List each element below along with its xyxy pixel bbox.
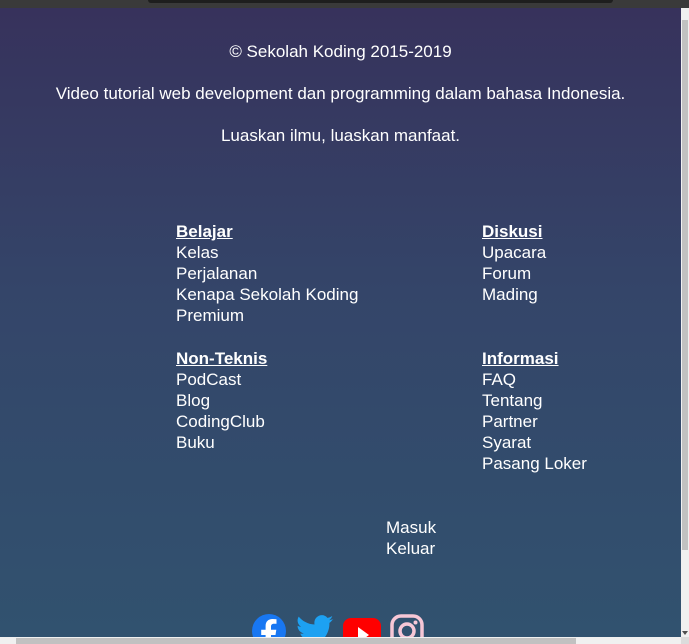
link-upacara[interactable]: Upacara: [482, 242, 546, 263]
link-partner[interactable]: Partner: [482, 411, 587, 432]
motto-text: Luaskan ilmu, luaskan manfaat.: [220, 126, 461, 145]
link-perjalanan[interactable]: Perjalanan: [176, 263, 358, 284]
login-link[interactable]: Masuk: [386, 517, 436, 538]
top-scroll-thumb[interactable]: [148, 0, 613, 3]
link-kenapa-sekolah-koding[interactable]: Kenapa Sekolah Koding: [176, 284, 358, 305]
nonteknis-heading: Non-Teknis: [176, 349, 268, 368]
diskusi-column: Diskusi Upacara Forum Mading: [482, 221, 546, 305]
scrollbar-corner: [681, 637, 689, 644]
link-codingclub[interactable]: CodingClub: [176, 411, 267, 432]
link-premium[interactable]: Premium: [176, 305, 358, 326]
belajar-heading: Belajar: [176, 222, 233, 241]
link-mading[interactable]: Mading: [482, 284, 546, 305]
informasi-heading: Informasi: [482, 349, 559, 368]
link-kelas[interactable]: Kelas: [176, 242, 358, 263]
logout-link[interactable]: Keluar: [386, 538, 436, 559]
link-syarat[interactable]: Syarat: [482, 432, 587, 453]
tagline-text: Video tutorial web development dan progr…: [55, 84, 626, 103]
link-forum[interactable]: Forum: [482, 263, 546, 284]
youtube-icon[interactable]: [343, 618, 381, 637]
link-buku[interactable]: Buku: [176, 432, 267, 453]
diskusi-heading: Diskusi: [482, 222, 543, 241]
link-tentang[interactable]: Tentang: [482, 390, 587, 411]
link-faq[interactable]: FAQ: [482, 369, 587, 390]
link-blog[interactable]: Blog: [176, 390, 267, 411]
informasi-column: Informasi FAQ Tentang Partner Syarat Pas…: [482, 348, 587, 474]
scroll-down-arrow-icon[interactable]: [682, 631, 688, 635]
instagram-icon[interactable]: [390, 614, 424, 637]
window-top-bar: [0, 0, 689, 8]
horizontal-scroll-thumb[interactable]: [16, 638, 576, 644]
vertical-scroll-thumb[interactable]: [682, 20, 688, 550]
horizontal-scrollbar[interactable]: [0, 637, 681, 644]
vertical-scrollbar[interactable]: [681, 8, 689, 637]
twitter-icon[interactable]: [296, 614, 334, 637]
auth-links: Masuk Keluar: [386, 517, 436, 559]
link-pasang-loker[interactable]: Pasang Loker: [482, 453, 587, 474]
facebook-icon[interactable]: [250, 612, 288, 637]
link-podcast[interactable]: PodCast: [176, 369, 267, 390]
copyright-text: © Sekolah Koding 2015-2019: [229, 42, 452, 61]
belajar-column: Belajar Kelas Perjalanan Kenapa Sekolah …: [176, 221, 358, 326]
site-footer: © Sekolah Koding 2015-2019 Video tutoria…: [0, 8, 681, 637]
nonteknis-column: Non-Teknis PodCast Blog CodingClub Buku: [176, 348, 267, 453]
